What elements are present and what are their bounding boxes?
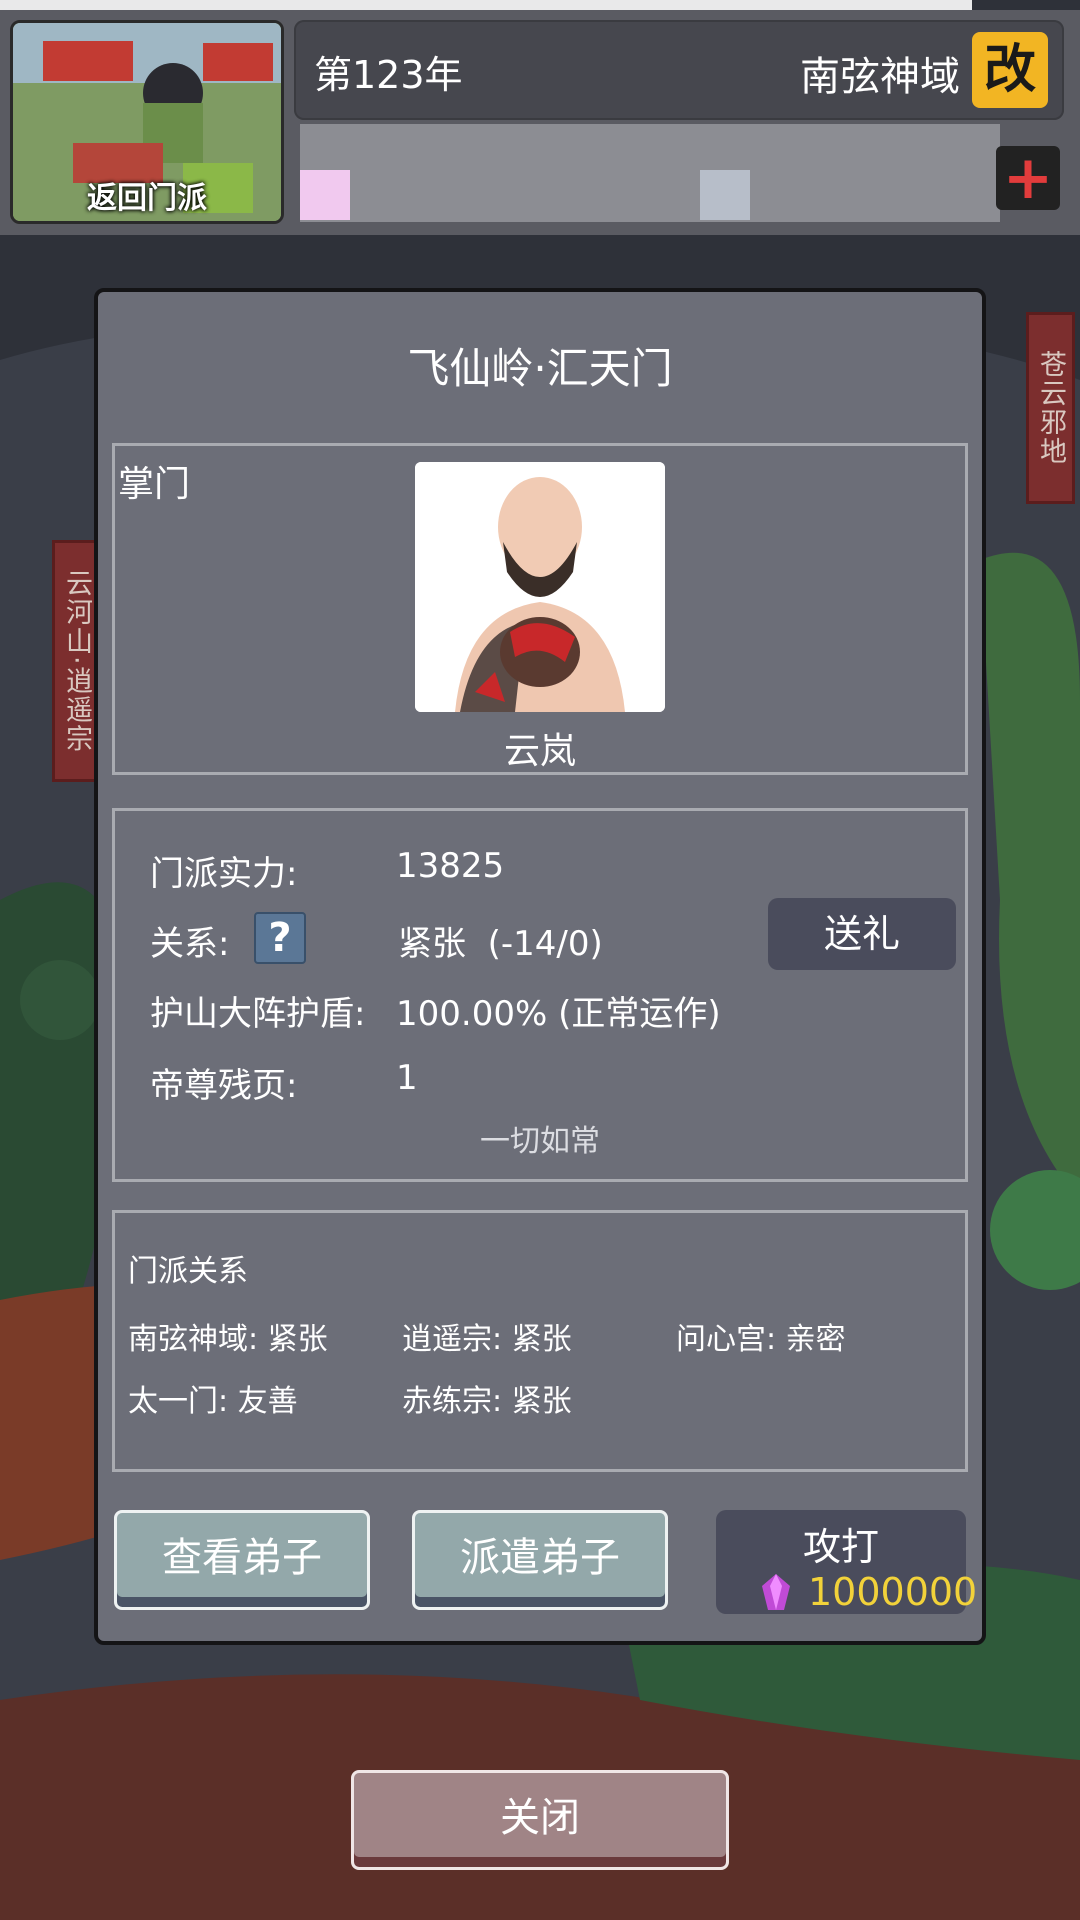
spirit-crystal-icon [762,1574,790,1610]
leader-portrait[interactable] [415,462,665,712]
power-value: 13825 [396,846,505,886]
relation-label: 关系: [150,924,230,964]
view-disciples-button[interactable]: 查看弟子 [114,1510,370,1610]
relation-item: 太一门: 友善 [128,1384,298,1419]
help-icon[interactable]: ? [254,912,306,964]
region-name: 南弦神域 [800,54,960,100]
attack-label: 攻打 [802,1525,879,1569]
relations-title: 门派关系 [128,1254,248,1289]
status-strip [0,0,972,10]
change-region-button[interactable]: 改 [972,32,1048,108]
relation-value: 紧张 (-14/0) [398,924,603,964]
pages-value: 1 [396,1058,418,1098]
resource-swatch [300,170,350,220]
power-label: 门派实力: [150,854,298,894]
relation-item: 南弦神域: 紧张 [128,1322,328,1357]
relation-item: 逍遥宗: 紧张 [402,1322,572,1357]
leader-portrait-icon [415,462,665,712]
attack-cost: 1000000 [808,1570,978,1614]
shield-label: 护山大阵护盾: [150,994,366,1034]
resource-swatch [700,170,750,220]
map-sect-banner-right[interactable]: 苍云邪地 [1026,312,1075,504]
return-sect-button[interactable]: 返回门派 [10,20,284,224]
add-button[interactable]: + [996,146,1060,210]
leader-name: 云岚 [503,731,576,772]
return-sect-label: 返回门派 [87,181,207,216]
shield-value: 100.00% (正常运作) [396,994,721,1034]
send-disciples-button[interactable]: 派遣弟子 [412,1510,668,1610]
dialog-title: 飞仙岭·汇天门 [407,344,673,393]
relation-item: 赤练宗: 紧张 [402,1384,572,1419]
pages-label: 帝尊残页: [150,1066,298,1106]
status-note: 一切如常 [480,1124,600,1159]
year-text: 第123年 [314,53,463,97]
relation-item: 问心宫: 亲密 [676,1322,846,1357]
close-button[interactable]: 关闭 [351,1770,729,1870]
resource-bar [300,124,1000,222]
leader-label: 掌门 [118,464,191,505]
gift-button[interactable]: 送礼 [768,898,956,970]
